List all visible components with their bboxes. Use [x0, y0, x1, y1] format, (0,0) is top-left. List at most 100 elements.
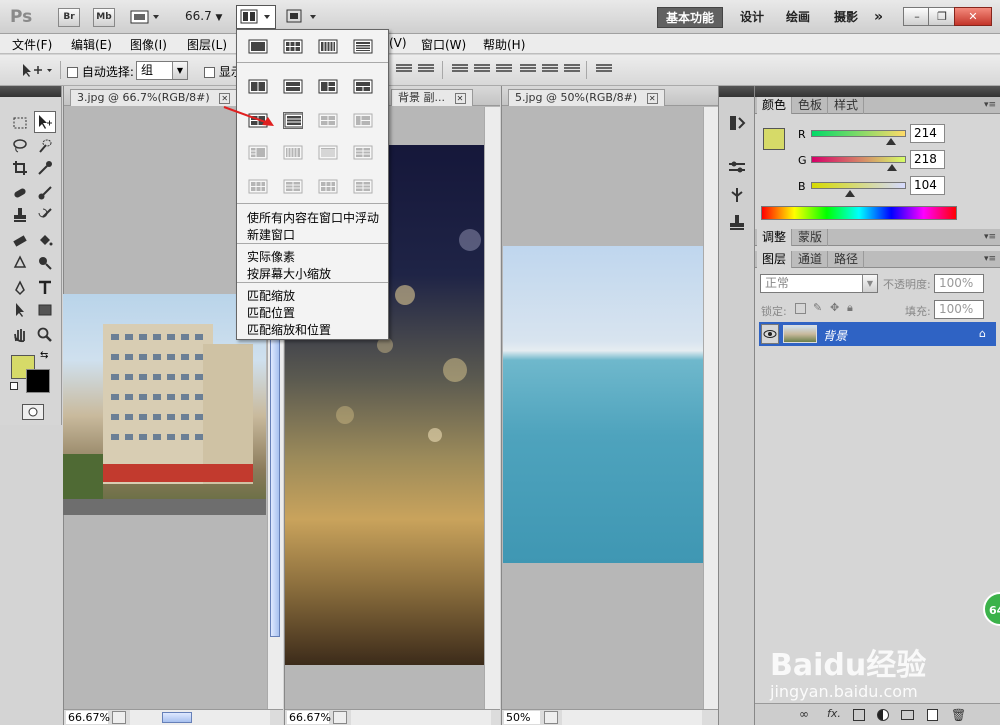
- lock-all-icon[interactable]: 🔒︎: [847, 301, 853, 315]
- panel-header[interactable]: [0, 86, 61, 97]
- fill-field[interactable]: 100%: [934, 300, 984, 319]
- layout-vertical-columns[interactable]: [318, 38, 338, 55]
- auto-select-toggle[interactable]: 自动选择:: [67, 63, 134, 80]
- workspace-design[interactable]: 设计: [732, 7, 772, 28]
- scroll-thumb[interactable]: [162, 712, 192, 723]
- panel-menu-icon[interactable]: ▾≡: [984, 254, 996, 264]
- zoom-field[interactable]: 66.67%: [66, 711, 110, 724]
- blend-mode-dropdown[interactable]: 正常 ▼: [760, 274, 878, 293]
- close-button[interactable]: ✕: [954, 7, 992, 26]
- layout-horizontal-rows[interactable]: [353, 38, 373, 55]
- b-slider[interactable]: [811, 182, 906, 189]
- restore-button[interactable]: ❐: [928, 7, 956, 26]
- crop-tool[interactable]: [9, 157, 31, 179]
- layout-3-up-horizontal[interactable]: [353, 78, 373, 95]
- lasso-tool[interactable]: [9, 135, 31, 157]
- color-spectrum-bar[interactable]: [761, 206, 957, 220]
- quick-mask-button[interactable]: [22, 404, 44, 420]
- link-icon[interactable]: ∞: [799, 707, 809, 721]
- menu-actual-pixels[interactable]: 实际像素: [247, 248, 295, 265]
- more-workspaces-button[interactable]: »: [866, 7, 891, 28]
- panel-header[interactable]: [755, 86, 1000, 97]
- tab-swatches[interactable]: 色板: [793, 97, 829, 114]
- paint-bucket-tool[interactable]: [34, 229, 56, 251]
- layout-consolidate-all[interactable]: [248, 38, 268, 55]
- b-value-field[interactable]: 104: [910, 176, 945, 195]
- tab-masks[interactable]: 蒙版: [793, 229, 829, 246]
- tool-preset-picker[interactable]: [20, 62, 56, 81]
- folder-icon[interactable]: [901, 710, 914, 720]
- zoom-field[interactable]: 66.67%: [287, 711, 331, 724]
- distribute-icon[interactable]: [520, 63, 536, 77]
- clone-stamp-tool[interactable]: [9, 204, 31, 226]
- pen-tool[interactable]: [9, 277, 31, 299]
- workspace-photography[interactable]: 摄影: [826, 7, 866, 28]
- menu-view[interactable]: (V): [389, 36, 407, 50]
- r-slider-thumb[interactable]: [885, 138, 896, 145]
- layout-3-up-vertical[interactable]: [318, 78, 338, 95]
- visibility-toggle[interactable]: [761, 324, 779, 344]
- tab-color[interactable]: 颜色: [757, 97, 793, 114]
- vertical-scrollbar[interactable]: [703, 107, 719, 709]
- panel-header[interactable]: [719, 86, 754, 97]
- menu-file[interactable]: 文件(F): [12, 36, 52, 53]
- align-icon[interactable]: [396, 63, 412, 77]
- type-tool[interactable]: [34, 277, 56, 299]
- g-value-field[interactable]: 218: [910, 150, 945, 169]
- new-layer-icon[interactable]: [927, 709, 938, 721]
- document-tab-2[interactable]: 背景 副... ✕: [391, 89, 473, 106]
- lock-transparency-icon[interactable]: [795, 303, 806, 314]
- status-info-icon[interactable]: [544, 711, 558, 724]
- tab-adjustments[interactable]: 调整: [757, 229, 793, 246]
- layout-2-up-vertical[interactable]: [248, 78, 268, 95]
- status-info-icon[interactable]: [112, 711, 126, 724]
- zoom-tool[interactable]: [34, 324, 56, 346]
- close-icon[interactable]: ✕: [646, 93, 658, 104]
- distribute-icon[interactable]: [452, 63, 468, 77]
- tab-styles[interactable]: 样式: [829, 97, 865, 114]
- layer-row[interactable]: 背景 ⌂: [759, 322, 996, 346]
- b-slider-thumb[interactable]: [844, 190, 855, 197]
- distribute-icon[interactable]: [542, 63, 558, 77]
- opacity-field[interactable]: 100%: [934, 274, 984, 293]
- move-tool[interactable]: [34, 111, 56, 133]
- menu-edit[interactable]: 编辑(E): [71, 36, 112, 53]
- lock-pixels-icon[interactable]: ✎: [813, 301, 822, 314]
- adjustment-icon[interactable]: [877, 709, 889, 721]
- brush-presets-icon[interactable]: [728, 158, 746, 176]
- menu-help[interactable]: 帮助(H): [483, 36, 525, 53]
- workspace-painting[interactable]: 绘画: [778, 7, 818, 28]
- workspace-essentials[interactable]: 基本功能: [657, 7, 724, 28]
- eyedropper-tool[interactable]: [34, 157, 56, 179]
- layout-2-up-horizontal[interactable]: [283, 78, 303, 95]
- auto-select-dropdown[interactable]: 组 ▼: [136, 61, 188, 80]
- distribute-icon[interactable]: [474, 63, 490, 77]
- show-transform-checkbox[interactable]: [204, 67, 215, 78]
- guides-menu-button[interactable]: [130, 9, 162, 28]
- distribute-icon[interactable]: [496, 63, 512, 77]
- layout-4-up[interactable]: [283, 38, 303, 55]
- swap-colors-icon[interactable]: ⇆: [40, 350, 48, 361]
- tab-layers[interactable]: 图层: [757, 251, 793, 268]
- r-slider[interactable]: [811, 130, 906, 137]
- blur-tool[interactable]: [9, 252, 31, 274]
- tab-channels[interactable]: 通道: [793, 251, 829, 268]
- dodge-tool[interactable]: [34, 252, 56, 274]
- document-tab-3[interactable]: 5.jpg @ 50%(RGB/8#) ✕: [508, 89, 665, 106]
- horizontal-scrollbar[interactable]: [130, 710, 270, 725]
- spot-healing-tool[interactable]: [9, 182, 31, 204]
- history-icon[interactable]: [728, 114, 746, 132]
- menu-match-zoom[interactable]: 匹配缩放: [247, 287, 295, 304]
- distribute-icon[interactable]: [564, 63, 580, 77]
- eraser-tool[interactable]: [9, 229, 31, 251]
- g-slider-thumb[interactable]: [887, 164, 898, 171]
- panel-menu-icon[interactable]: ▾≡: [984, 232, 996, 242]
- auto-align-icon[interactable]: [596, 63, 612, 77]
- trash-icon[interactable]: 🗑︎: [951, 708, 966, 722]
- mask-icon[interactable]: [853, 709, 865, 721]
- lock-position-icon[interactable]: ✥: [830, 301, 839, 314]
- menu-window[interactable]: 窗口(W): [421, 36, 466, 53]
- zoom-field[interactable]: 50%: [504, 711, 540, 724]
- bridge-button[interactable]: Br: [58, 8, 80, 27]
- layout-3-up-rows[interactable]: [283, 112, 303, 129]
